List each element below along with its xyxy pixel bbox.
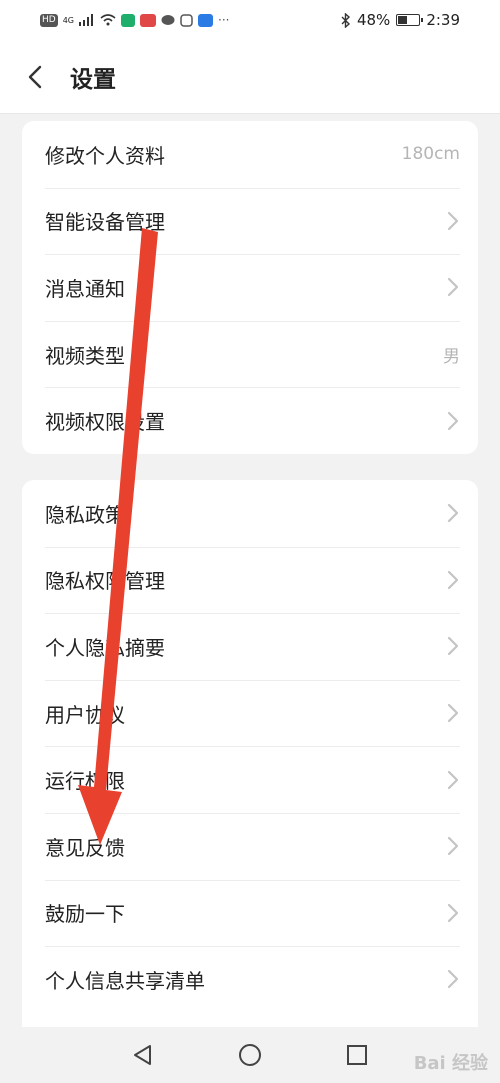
settings-row-feedback[interactable]: 意见反馈 bbox=[22, 812, 478, 880]
row-label: 鼓励一下 bbox=[45, 902, 125, 927]
battery-icon bbox=[396, 14, 424, 26]
chevron-right-icon bbox=[447, 278, 459, 297]
status-right: 48% 2:39 bbox=[341, 11, 460, 29]
bluetooth-icon bbox=[341, 12, 350, 28]
row-label: 意见反馈 bbox=[45, 835, 125, 860]
nav-back-button[interactable] bbox=[123, 1035, 163, 1075]
row-label: 运行权限 bbox=[45, 769, 125, 794]
back-button[interactable] bbox=[0, 40, 70, 114]
square-recents-icon bbox=[346, 1045, 367, 1065]
settings-row-video-permission[interactable]: 视频权限设置 bbox=[22, 387, 478, 454]
settings-row-video-type[interactable]: 视频类型 男 bbox=[22, 320, 478, 388]
settings-row-privacy-policy[interactable]: 隐私政策 bbox=[22, 480, 478, 547]
chevron-right-icon bbox=[447, 770, 459, 789]
more-notifications-icon: ··· bbox=[218, 13, 230, 27]
row-label: 修改个人资料 bbox=[45, 143, 165, 168]
row-label: 消息通知 bbox=[45, 276, 125, 301]
baidu-watermark: Bai 经验 bbox=[413, 1053, 488, 1074]
signal-icon bbox=[79, 14, 93, 26]
settings-row-user-agreement[interactable]: 用户协议 bbox=[22, 679, 478, 747]
row-label: 视频权限设置 bbox=[45, 410, 165, 435]
row-label: 隐私政策 bbox=[45, 502, 125, 527]
settings-card-account: 修改个人资料 180cm 智能设备管理 消息通知 视频类型 男 视频权限设置 bbox=[22, 121, 478, 454]
network-4g-label: 4G bbox=[62, 15, 74, 25]
status-bar: HD 4G ··· 48% 2:39 bbox=[0, 0, 500, 40]
chevron-right-icon bbox=[447, 637, 459, 656]
shield-app-icon bbox=[180, 13, 193, 27]
clock-time: 2:39 bbox=[426, 11, 460, 29]
triangle-back-icon bbox=[134, 1045, 152, 1065]
settings-row-info-sharing-list[interactable]: 个人信息共享清单 bbox=[22, 946, 478, 1013]
chat-icon bbox=[161, 14, 175, 25]
nav-home-button[interactable] bbox=[230, 1035, 270, 1075]
cloud-app-icon bbox=[198, 13, 213, 27]
chevron-right-icon bbox=[447, 504, 459, 523]
chevron-right-icon bbox=[447, 703, 459, 723]
battery-percent: 48% bbox=[356, 11, 391, 29]
row-label: 个人隐私摘要 bbox=[45, 635, 165, 660]
hd-chip: HD bbox=[40, 13, 58, 27]
settings-card-privacy: 隐私政策 隐私权限管理 个人隐私摘要 用户协议 运行权限 意见反馈 鼓励一下 个… bbox=[22, 480, 478, 1029]
app-notification-icon bbox=[121, 13, 135, 27]
settings-row-smart-device[interactable]: 智能设备管理 bbox=[22, 187, 478, 255]
wifi-icon bbox=[100, 14, 116, 26]
chevron-right-icon bbox=[447, 837, 459, 856]
settings-row-edit-profile[interactable]: 修改个人资料 180cm bbox=[22, 121, 478, 188]
settings-row-privacy-permissions[interactable]: 隐私权限管理 bbox=[22, 546, 478, 614]
circle-home-icon bbox=[238, 1044, 261, 1066]
chevron-right-icon bbox=[447, 211, 459, 230]
app-header: 设置 bbox=[0, 40, 500, 114]
app-notification-icon-2 bbox=[140, 13, 156, 27]
settings-row-run-permissions[interactable]: 运行权限 bbox=[22, 746, 478, 813]
settings-row-privacy-summary[interactable]: 个人隐私摘要 bbox=[22, 613, 478, 680]
row-label: 个人信息共享清单 bbox=[45, 968, 205, 993]
nav-recents-button[interactable] bbox=[337, 1035, 377, 1075]
status-left-icons: HD 4G ··· bbox=[40, 13, 229, 27]
row-label: 隐私权限管理 bbox=[45, 569, 165, 594]
row-label: 智能设备管理 bbox=[45, 210, 165, 235]
row-label: 用户协议 bbox=[45, 702, 125, 727]
settings-row-notifications[interactable]: 消息通知 bbox=[22, 254, 478, 321]
battery-level bbox=[398, 16, 408, 24]
chevron-right-icon bbox=[447, 570, 459, 589]
chevron-right-icon bbox=[447, 411, 459, 430]
settings-row-encourage[interactable]: 鼓励一下 bbox=[22, 879, 478, 947]
row-value: 180cm bbox=[401, 144, 460, 165]
chevron-right-icon bbox=[447, 903, 459, 922]
chevron-right-icon bbox=[447, 970, 459, 989]
page-title: 设置 bbox=[70, 66, 116, 93]
row-value: 男 bbox=[443, 346, 460, 367]
row-label: 视频类型 bbox=[45, 343, 125, 368]
chevron-left-icon bbox=[28, 65, 42, 88]
